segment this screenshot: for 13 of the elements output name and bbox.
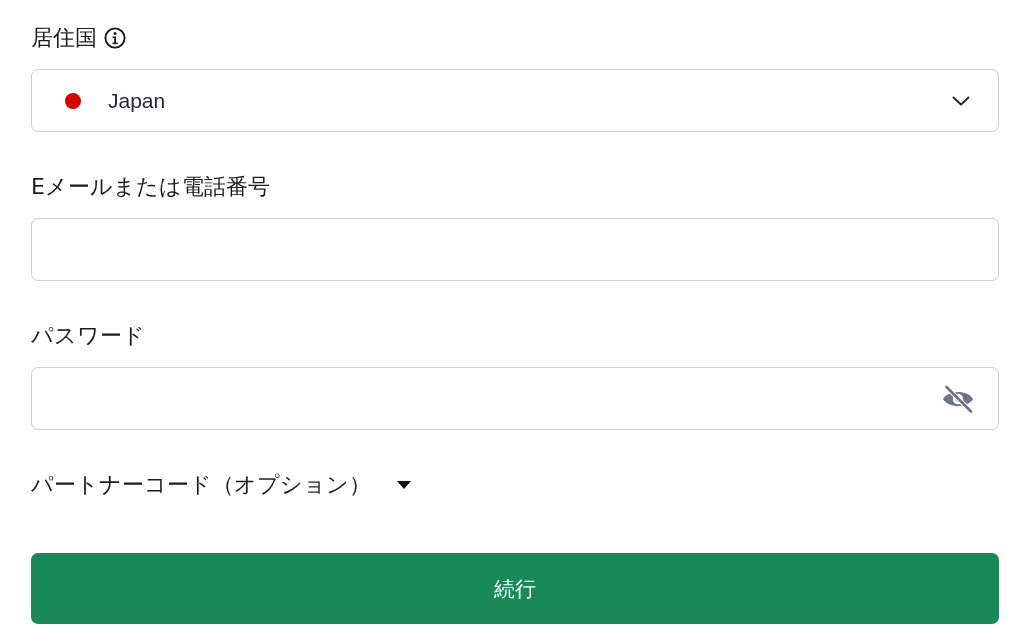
field-label: 居住国 [31,26,97,50]
partner-code-toggle[interactable]: パートナーコード（オプション） [31,473,411,497]
eye-slash-icon[interactable] [941,384,975,413]
chevron-down-icon [952,95,970,106]
caret-icon [397,481,411,489]
input-field[interactable] [31,218,999,281]
continue-button[interactable]: 続行 [31,553,999,624]
field-label: Eメールまたは電話番号 [31,175,270,199]
field-label: パスワード [31,324,145,348]
password-field[interactable] [31,367,999,430]
info-icon[interactable] [104,27,126,49]
country-select[interactable]: Japan [31,69,999,132]
flag-icon [65,92,81,109]
